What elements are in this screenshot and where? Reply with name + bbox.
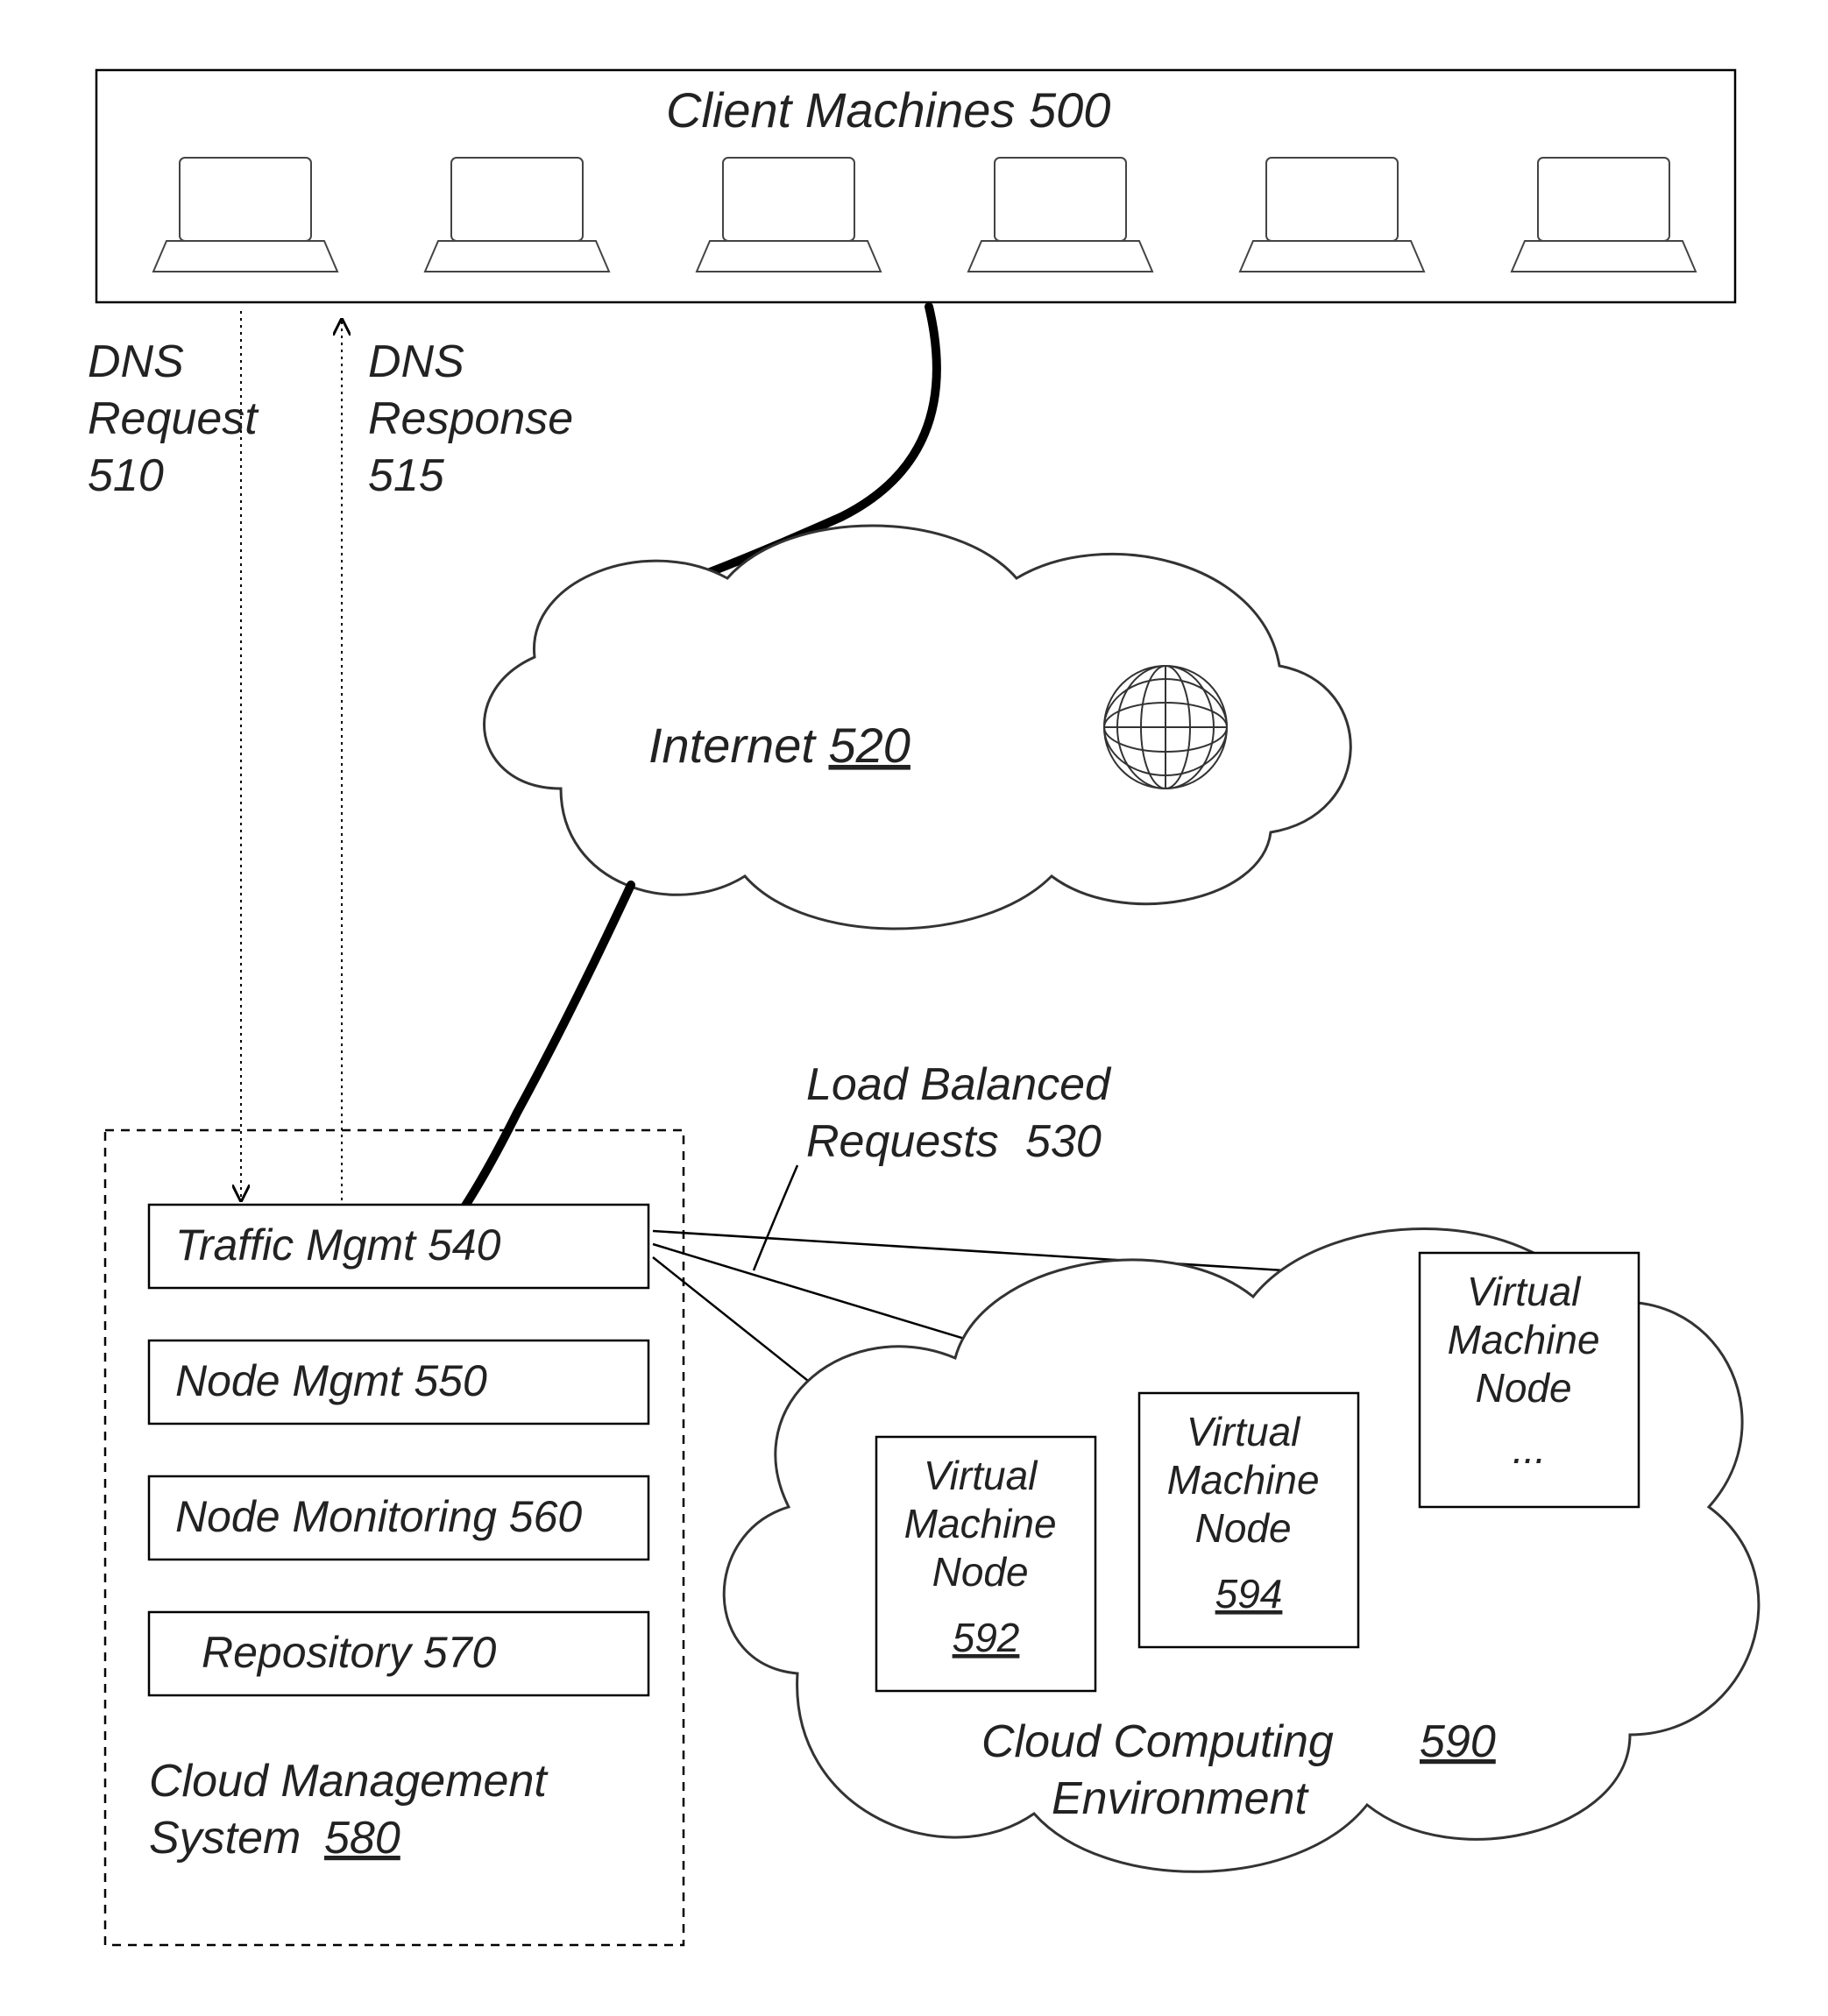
svg-text:Repository 570: Repository 570 xyxy=(202,1628,497,1677)
vm2-l2: Machine xyxy=(1167,1457,1320,1503)
vm2-l3: Node xyxy=(1195,1505,1292,1551)
cms-num: 580 xyxy=(324,1813,400,1864)
vm2-num: 594 xyxy=(1215,1571,1283,1616)
vm3-l1: Virtual xyxy=(1467,1269,1582,1314)
traffic-num: 540 xyxy=(428,1220,501,1270)
nodemgmt-label: Node Mgmt xyxy=(175,1356,404,1405)
svg-text:Node Mgmt 550: Node Mgmt 550 xyxy=(175,1356,487,1405)
client-num: 500 xyxy=(1029,82,1110,138)
svg-text:DNS Response 515: DNS Response 515 xyxy=(368,336,586,501)
svg-text:Internet 520: Internet 520 xyxy=(648,718,910,773)
svg-text:Load Balanced Requests: Load Balanced Requests 530 xyxy=(806,1059,1123,1167)
vm2-l1: Virtual xyxy=(1187,1409,1301,1454)
cloudenv-l1: Cloud Computing xyxy=(981,1716,1334,1767)
dns-request-arrow: DNS Request 510 xyxy=(88,311,270,1200)
internet-cloud: Internet 520 xyxy=(485,526,1351,929)
cloud-env: Virtual Machine Node 592 Virtual Machine… xyxy=(724,1229,1759,1872)
dns-resp-num: 515 xyxy=(368,450,445,501)
load-balanced-label: Load Balanced Requests 530 xyxy=(754,1059,1123,1270)
vm-node-594: Virtual Machine Node 594 xyxy=(1139,1393,1358,1647)
traffic-label: Traffic Mgmt xyxy=(175,1220,417,1270)
internet-label: Internet xyxy=(648,718,817,773)
cloud-mgmt-system: Traffic Mgmt 540 Node Mgmt 550 Node Moni… xyxy=(105,1130,684,1945)
dns-req-l2: Request xyxy=(88,393,259,444)
cloudenv-l2: Environment xyxy=(1052,1773,1309,1824)
lbreq-l1: Load Balanced xyxy=(806,1059,1112,1110)
dns-resp-l2: Response xyxy=(368,393,573,444)
svg-text:Client Machines 500: Client Machines 500 xyxy=(666,82,1110,138)
vm-node-etc: Virtual Machine Node ... xyxy=(1420,1253,1639,1507)
client-label: Client Machines xyxy=(666,82,1015,138)
cms-l2: System xyxy=(149,1813,301,1864)
cms-l1: Cloud Management xyxy=(149,1756,549,1807)
vm1-l2: Machine xyxy=(904,1501,1057,1546)
vm3-l3: Node xyxy=(1476,1365,1572,1411)
nodemon-num: 560 xyxy=(509,1492,583,1541)
svg-text:Node Monitoring 560: Node Monitoring 560 xyxy=(175,1492,582,1541)
vm1-l3: Node xyxy=(932,1549,1029,1595)
globe-icon xyxy=(1104,666,1227,789)
svg-text:Traffic Mgmt 540: Traffic Mgmt 540 xyxy=(175,1220,501,1270)
nodemon-label: Node Monitoring xyxy=(175,1492,497,1541)
lbreq-l2: Requests xyxy=(806,1116,999,1167)
client-machines-box: Client Machines 500 xyxy=(96,70,1735,302)
vm1-num: 592 xyxy=(953,1615,1020,1660)
repo-label: Repository xyxy=(202,1628,414,1677)
dns-req-num: 510 xyxy=(88,450,164,501)
lbreq-num: 530 xyxy=(1025,1116,1102,1167)
vm3-l2: Machine xyxy=(1448,1317,1600,1362)
cloudenv-num: 590 xyxy=(1420,1716,1496,1767)
dns-req-l1: DNS xyxy=(88,336,184,387)
internet-num: 520 xyxy=(828,718,910,773)
vm1-l1: Virtual xyxy=(924,1453,1038,1498)
repo-num: 570 xyxy=(423,1628,497,1677)
internet-cms-link xyxy=(438,885,631,1244)
vm-node-592: Virtual Machine Node 592 xyxy=(876,1437,1095,1691)
dns-resp-l1: DNS xyxy=(368,336,464,387)
nodemgmt-num: 550 xyxy=(414,1356,487,1405)
svg-text:Cloud Management System: Cloud Management System 580 xyxy=(149,1756,559,1864)
svg-text:DNS Request 510: DNS Request 510 xyxy=(88,336,270,501)
vm3-num: ... xyxy=(1513,1426,1546,1472)
